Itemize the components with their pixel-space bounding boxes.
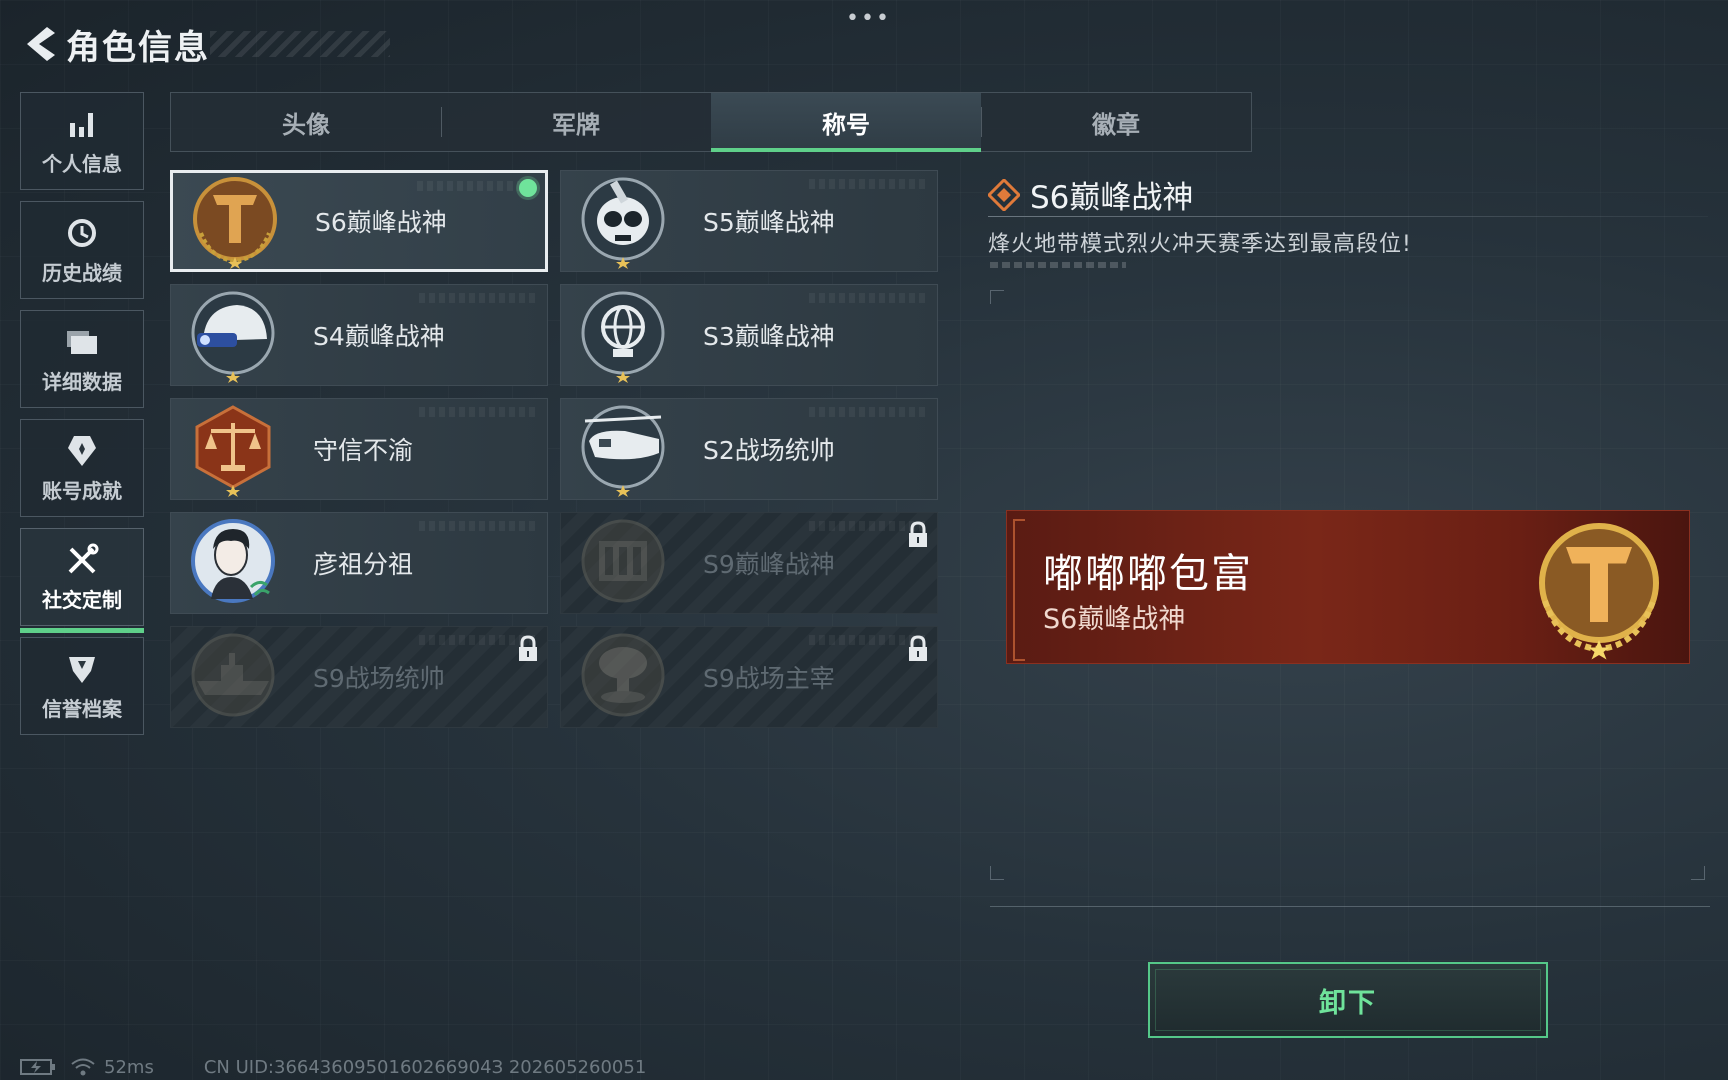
folder-icon [64, 324, 100, 360]
title-card-yanzu[interactable]: 彦祖分祖 [170, 512, 548, 614]
title-card-s4-peak[interactable]: S4巅峰战神 [170, 284, 548, 386]
lock-icon [519, 635, 537, 661]
ping-text: 52ms [104, 1056, 154, 1078]
detail-divider [988, 216, 1708, 217]
warship-emblem-icon [191, 633, 275, 717]
sidebar-item-credit-record[interactable]: 信誉档案 [20, 637, 144, 735]
sidebar-item-history[interactable]: 历史战绩 [20, 201, 144, 299]
tab-avatar[interactable]: 头像 [171, 93, 441, 151]
title-decoration [210, 31, 390, 57]
detail-header: S6巅峰战神 [988, 172, 1193, 217]
sidebar-item-personal-info[interactable]: 个人信息 [20, 92, 144, 190]
sidebar-item-label: 社交定制 [42, 587, 122, 612]
title-card-label: 守信不渝 [313, 436, 414, 465]
sidebar-item-label: 信誉档案 [42, 696, 122, 721]
back-arrow-icon [27, 27, 55, 61]
sidebar-item-label: 详细数据 [42, 369, 122, 394]
sidebar-item-achievements[interactable]: 账号成就 [20, 419, 144, 517]
building-emblem-icon [581, 519, 665, 603]
lock-icon [909, 635, 927, 661]
title-card-label: S4巅峰战神 [313, 322, 445, 351]
preview-title: S6巅峰战神 [1043, 604, 1186, 635]
diamond-rank-icon [988, 178, 1020, 211]
back-button[interactable] [20, 22, 60, 66]
lock-icon [909, 521, 927, 547]
uid-text: CN UID:3664360950160266904З 202605260051 [203, 1056, 647, 1078]
title-card-s9-dominator-locked[interactable]: S9战场主宰 [560, 626, 938, 728]
helmet-emblem-icon [191, 291, 275, 383]
title-card-label: S6巅峰战神 [315, 208, 447, 237]
title-preview-banner: 嘟嘟嘟包富 S6巅峰战神 [1006, 510, 1690, 664]
detail-decoration [990, 262, 1126, 268]
title-card-label: S9战场主宰 [703, 664, 835, 693]
title-card-s6-peak[interactable]: S6巅峰战神 [170, 170, 548, 272]
sidebar-item-label: 账号成就 [42, 478, 122, 503]
title-card-s9-peak-locked[interactable]: S9巅峰战神 [560, 512, 938, 614]
achievement-icon [64, 433, 100, 469]
page-title: 角色信息 [66, 27, 210, 68]
title-card-s5-peak[interactable]: S5巅峰战神 [560, 170, 938, 272]
category-tabs: 头像 军牌 称号 徽章 [170, 92, 1252, 152]
more-options-icon[interactable]: ••• [846, 6, 891, 31]
gold-t-emblem-icon [193, 177, 277, 269]
action-divider [990, 906, 1710, 907]
player-name: 嘟嘟嘟包富 [1043, 551, 1253, 597]
title-card-label: S9战场统帅 [313, 664, 445, 693]
detail-description: 烽火地带模式烈火冲天赛季达到最高段位! [988, 232, 1412, 257]
sidebar-item-social-custom[interactable]: 社交定制 [20, 528, 144, 633]
gold-t-emblem-icon [1539, 523, 1659, 660]
history-clock-icon [64, 215, 100, 251]
sidebar: 个人信息 历史战绩 详细数据 账号成就 社交定制 信誉档案 [20, 92, 144, 746]
bar-chart-icon [64, 106, 100, 142]
skull-mask-emblem-icon [581, 177, 665, 269]
title-card-keep-faith[interactable]: 守信不渝 [170, 398, 548, 500]
title-card-s9-commander-locked[interactable]: S9战场统帅 [170, 626, 548, 728]
page-header: 角色信息 [20, 18, 390, 70]
tab-badge[interactable]: 徽章 [981, 93, 1251, 151]
title-card-label: 彦祖分祖 [313, 550, 414, 579]
globe-emblem-icon [581, 291, 665, 383]
title-list: S6巅峰战神 S5巅峰战神 S4巅峰战神 S3巅峰战神 守信不渝 S2战场统帅 … [170, 170, 938, 728]
tab-dog-tag[interactable]: 军牌 [441, 93, 711, 151]
tools-icon [64, 542, 100, 578]
sidebar-item-label: 个人信息 [42, 151, 122, 176]
status-bar: 52ms CN UID:3664360950160266904З 2026052… [20, 1056, 646, 1078]
helicopter-emblem-icon [581, 405, 665, 497]
unequip-button[interactable]: 卸下 [1148, 962, 1548, 1038]
title-card-s3-peak[interactable]: S3巅峰战神 [560, 284, 938, 386]
title-card-label: S2战场统帅 [703, 436, 835, 465]
portrait-emblem-icon [191, 519, 275, 603]
title-card-label: S9巅峰战神 [703, 550, 835, 579]
unequip-label: 卸下 [1319, 987, 1377, 1019]
tab-title[interactable]: 称号 [711, 93, 981, 152]
scales-emblem-icon [195, 405, 271, 497]
mushroom-cloud-emblem-icon [581, 633, 665, 717]
wifi-icon [71, 1058, 95, 1076]
sidebar-item-detailed-data[interactable]: 详细数据 [20, 310, 144, 408]
shield-badge-icon [64, 651, 100, 687]
title-card-label: S5巅峰战神 [703, 208, 835, 237]
title-card-label: S3巅峰战神 [703, 322, 835, 351]
title-card-s2-commander[interactable]: S2战场统帅 [560, 398, 938, 500]
equipped-indicator [519, 179, 537, 197]
detail-title: S6巅峰战神 [1030, 180, 1194, 216]
sidebar-item-label: 历史战绩 [42, 260, 122, 285]
battery-icon [20, 1059, 55, 1075]
